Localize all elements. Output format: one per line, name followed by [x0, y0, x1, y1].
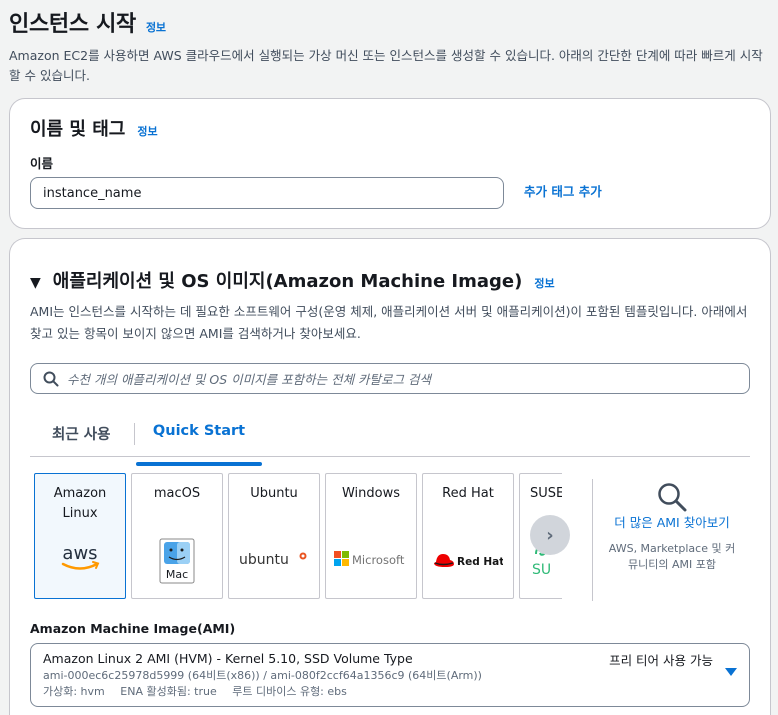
page-info-link[interactable]: 정보 — [146, 19, 166, 35]
tab-quick-start[interactable]: Quick Start — [136, 423, 262, 466]
os-tile-name: Red Hat — [442, 486, 494, 501]
ubuntu-logo-icon: ubuntu — [229, 548, 319, 570]
tab-quick-start-label: Quick Start — [152, 423, 246, 439]
ami-search-input[interactable]: 수천 개의 애플리케이션 및 OS 이미지를 포함하는 전체 카탈로그 검색 — [30, 363, 750, 394]
mac-finder-icon: Mac — [132, 538, 222, 584]
microsoft-logo-text: Microsoft — [352, 553, 405, 567]
page-header: 인스턴스 시작 정보 Amazon EC2를 사용하면 AWS 클라우드에서 실… — [9, 6, 769, 86]
page-description: Amazon EC2를 사용하면 AWS 클라우드에서 실행되는 가상 머신 또… — [9, 48, 763, 83]
name-label: 이름 — [30, 156, 54, 171]
os-tile-name-line-2: Linux — [62, 506, 98, 521]
os-tile-windows[interactable]: Windows Microsoft — [325, 473, 417, 599]
suse-logo-text: SU — [532, 562, 551, 578]
browse-more-ami-link[interactable]: 더 많은 AMI 찾아보기 — [608, 513, 736, 533]
tab-recent[interactable]: 최근 사용 — [52, 423, 110, 444]
ami-tabs: 최근 사용 Quick Start — [30, 415, 750, 466]
os-tile-name-line-1: Amazon — [53, 486, 107, 501]
os-tile-name: Amazon Linux — [35, 484, 125, 524]
ami-virtualization: 가상화: hvm — [43, 685, 105, 698]
browse-more-ami-subtitle: AWS, Marketplace 및 커뮤니티의 AMI 포함 — [608, 542, 736, 571]
ami-section-title-row[interactable]: ▼ 애플리케이션 및 OS 이미지(Amazon Machine Image) … — [30, 267, 555, 293]
ami-label: Amazon Machine Image(AMI) — [30, 621, 236, 636]
microsoft-logo-icon: Microsoft — [326, 550, 416, 568]
ami-section-title: 애플리케이션 및 OS 이미지(Amazon Machine Image) — [52, 271, 523, 292]
ami-root-device: 루트 디바이스 유형: ebs — [232, 685, 347, 698]
active-tab-underline — [136, 462, 262, 466]
os-tile-ubuntu[interactable]: Ubuntu ubuntu — [228, 473, 320, 599]
os-tile-name: Ubuntu — [250, 486, 298, 501]
free-tier-badge: 프리 티어 사용 가능 — [609, 653, 713, 668]
caret-down-icon[interactable] — [725, 668, 737, 676]
ami-ena: ENA 활성화됨: true — [120, 685, 217, 698]
ami-select[interactable]: Amazon Linux 2 AMI (HVM) - Kernel 5.10, … — [30, 643, 750, 707]
mac-label: Mac — [166, 568, 188, 581]
ami-meta: 가상화: hvm ENA 활성화됨: true 루트 디바이스 유형: ebs — [43, 684, 737, 700]
name-tags-title-row: 이름 및 태그 정보 — [30, 115, 158, 141]
redhat-logo-icon: Red Hat — [423, 550, 513, 570]
add-tag-link[interactable]: 추가 태그 추가 — [524, 181, 602, 200]
os-tile-redhat[interactable]: Red Hat Red Hat — [422, 473, 514, 599]
os-tile-amazon-linux[interactable]: Amazon Linux aws — [34, 473, 126, 599]
collapse-triangle-icon[interactable]: ▼ — [30, 275, 41, 291]
ami-panel: ▼ 애플리케이션 및 OS 이미지(Amazon Machine Image) … — [9, 238, 771, 715]
search-icon — [43, 371, 59, 386]
os-tile-macos[interactable]: macOS Mac — [131, 473, 223, 599]
chevron-right-icon: › — [546, 524, 554, 546]
search-placeholder: 수천 개의 애플리케이션 및 OS 이미지를 포함하는 전체 카탈로그 검색 — [67, 372, 432, 387]
redhat-logo-text: Red Hat — [457, 556, 503, 568]
magnifier-icon — [658, 483, 687, 512]
tiles-divider — [592, 479, 593, 601]
aws-logo-text: aws — [62, 543, 97, 564]
page-title-row: 인스턴스 시작 정보 — [9, 6, 769, 38]
os-tile-name: macOS — [153, 486, 201, 501]
aws-logo-icon: aws — [35, 542, 125, 574]
name-tags-panel: 이름 및 태그 정보 이름 instance_name 추가 태그 추가 — [9, 98, 771, 229]
ami-ids: ami-000ec6c25978d5999 (64비트(x86)) / ami-… — [43, 669, 482, 682]
name-tags-info-link[interactable]: 정보 — [137, 123, 157, 139]
ami-description: AMI는 인스턴스를 시작하는 데 필요한 소프트웨어 구성(운영 체제, 애플… — [30, 304, 748, 341]
name-input[interactable]: instance_name — [30, 177, 504, 209]
ami-info-link[interactable]: 정보 — [534, 275, 554, 291]
name-tags-title: 이름 및 태그 — [30, 119, 126, 140]
next-tiles-button[interactable]: › — [530, 515, 570, 555]
ubuntu-logo-text: ubuntu — [239, 552, 289, 568]
page-title: 인스턴스 시작 — [9, 12, 136, 37]
os-tile-name: SUSE — [530, 486, 562, 501]
tab-divider — [134, 423, 135, 445]
browse-more-ami[interactable]: 더 많은 AMI 찾아보기 AWS, Marketplace 및 커뮤니티의 A… — [608, 479, 736, 573]
os-tiles: Amazon Linux aws macOS Mac Ubuntu ubuntu… — [34, 473, 562, 601]
os-tile-name: Windows — [341, 486, 401, 501]
